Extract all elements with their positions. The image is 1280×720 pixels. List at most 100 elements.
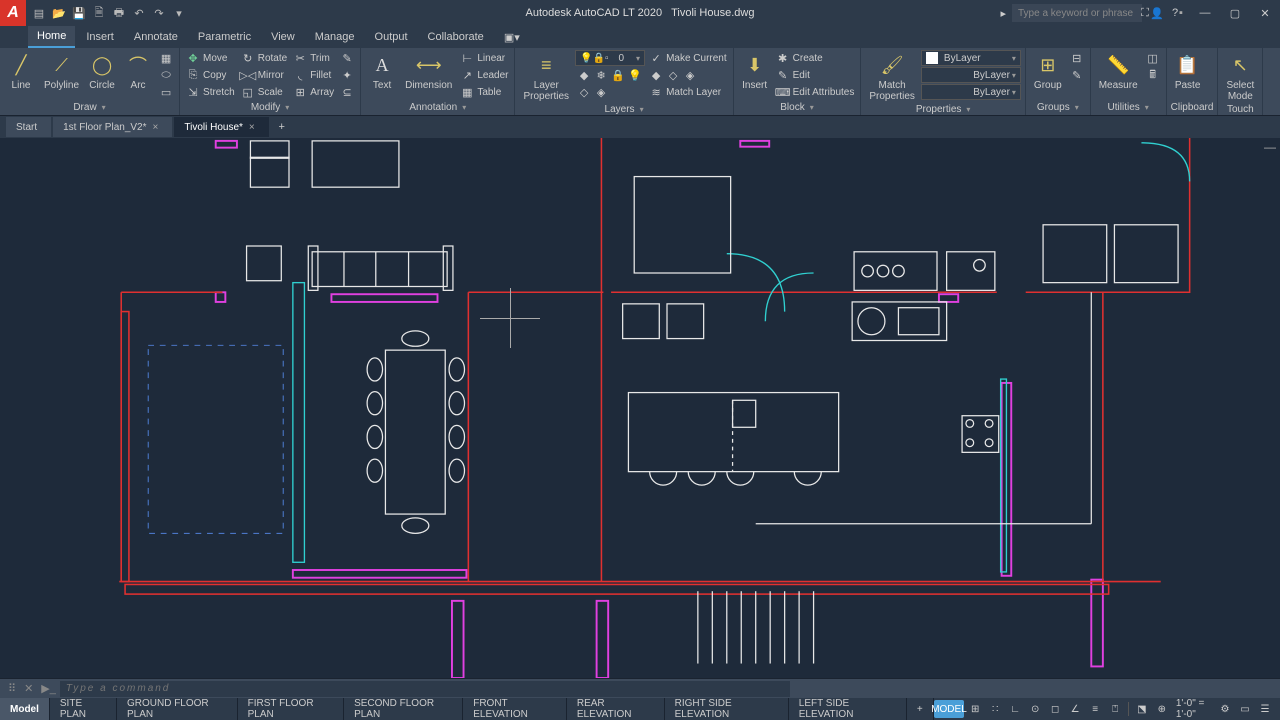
panel-utilities-label[interactable]: Utilities▾ [1095,99,1162,115]
offset-button[interactable]: ⊆ [338,84,356,100]
linear-button[interactable]: ⊢Linear [458,50,510,66]
paste-button[interactable]: 📋Paste [1171,50,1205,93]
share-icon[interactable]: ⛶ [1130,0,1160,26]
qat-undo-icon[interactable]: ↶ [130,4,148,22]
cmd-handle-icon[interactable]: ⠿ [4,682,20,695]
cmd-close-icon[interactable]: ✕ [20,682,37,695]
edit-block-button[interactable]: ✎Edit [774,67,857,83]
layer-freeze-icon[interactable]: ❄ [594,68,608,82]
status-polar-icon[interactable]: ⊙ [1026,700,1044,718]
maximize-icon[interactable]: ▢ [1220,0,1250,26]
qat-saveas-icon[interactable]: 🗎 [90,4,108,22]
calc-button[interactable]: 🖩 [1144,67,1162,83]
command-input[interactable] [60,681,790,697]
layout-second[interactable]: SECOND FLOOR PLAN [344,698,463,720]
status-menu-icon[interactable]: ☰ [1256,700,1274,718]
menu-parametric[interactable]: Parametric [189,26,260,48]
layer-properties-button[interactable]: ≡Layer Properties [519,50,573,104]
qat-more-icon[interactable]: ▾ [170,4,188,22]
insert-button[interactable]: ⬇Insert [738,50,772,93]
edit-attr-button[interactable]: ⌨Edit Attributes [774,84,857,100]
status-osnap-icon[interactable]: ◻ [1046,700,1064,718]
menu-home[interactable]: Home [28,26,75,48]
status-track-icon[interactable]: ∠ [1066,700,1084,718]
layer-lock-icon[interactable]: 🔒 [611,68,625,82]
close-tab-icon[interactable]: × [249,122,255,133]
arc-button[interactable]: ⌒Arc [121,50,155,93]
layer-uniso-icon[interactable]: ◈ [594,85,608,99]
file-tab-floorplan[interactable]: 1st Floor Plan_V2*× [53,117,172,137]
close-icon[interactable]: ✕ [1250,0,1280,26]
stretch-button[interactable]: ⇲Stretch [184,84,237,100]
erase-button[interactable]: ✎ [338,50,356,66]
group-edit-button[interactable]: ✎ [1068,67,1086,83]
explode-button[interactable]: ✦ [338,67,356,83]
layout-ground[interactable]: GROUND FLOOR PLAN [117,698,238,720]
menu-manage[interactable]: Manage [306,26,364,48]
layout-rear[interactable]: REAR ELEVATION [567,698,665,720]
menu-output[interactable]: Output [366,26,417,48]
layer-current-combo[interactable]: 💡🔒▫0▾ [575,50,645,66]
qat-save-icon[interactable]: 💾 [70,4,88,22]
file-tab-start[interactable]: Start [6,117,51,137]
rect-button[interactable]: ▭ [157,84,175,100]
copy-button[interactable]: ⎘Copy [184,67,237,83]
status-anno-icon[interactable]: ⍞ [1106,700,1124,718]
qat-plot-icon[interactable]: 🖶 [110,4,128,22]
panel-layers-label[interactable]: Layers▾ [519,104,728,115]
match-layer-button[interactable]: ≋Match Layer [647,84,729,100]
line-button[interactable]: ╱Line [4,50,38,93]
array-button[interactable]: ⊞Array [291,84,336,100]
ellipse-button[interactable]: ⬭ [157,67,175,83]
layer-off-icon[interactable]: 💡 [628,68,642,82]
qat-redo-icon[interactable]: ↷ [150,4,168,22]
status-ortho-icon[interactable]: ∟ [1006,700,1024,718]
text-button[interactable]: AText [365,50,399,93]
layout-first[interactable]: FIRST FLOOR PLAN [238,698,344,720]
measure-button[interactable]: 📏Measure [1095,50,1142,93]
status-grid-icon[interactable]: ⊞ [966,700,984,718]
layout-model[interactable]: Model [0,698,50,720]
polyline-button[interactable]: ⟋Polyline [40,50,83,93]
file-tab-tivoli[interactable]: Tivoli House*× [174,117,268,137]
circle-button[interactable]: ◯Circle [85,50,119,93]
menu-insert[interactable]: Insert [77,26,123,48]
status-iso-icon[interactable]: ⬔ [1133,700,1151,718]
hatch-button[interactable]: ▦ [157,50,175,66]
trim-button[interactable]: ✂Trim [291,50,336,66]
fillet-button[interactable]: ◟Fillet [291,67,336,83]
layout-site[interactable]: SITE PLAN [50,698,117,720]
color-combo[interactable]: ByLayer▾ [921,50,1021,66]
close-tab-icon[interactable]: × [153,122,159,133]
menu-view[interactable]: View [262,26,304,48]
status-model-button[interactable]: MODEL [934,700,964,718]
layout-add-button[interactable]: + [907,698,934,720]
mirror-button[interactable]: ▷◁Mirror [239,67,289,83]
group-button[interactable]: ⊞Group [1030,50,1066,93]
status-snap-icon[interactable]: ∷ [986,700,1004,718]
app-logo[interactable]: A [0,0,26,26]
panel-properties-label[interactable]: Properties▾ [865,104,1021,115]
rotate-button[interactable]: ↻Rotate [239,50,289,66]
panel-annotation-label[interactable]: Annotation▾ [365,100,510,115]
table-button[interactable]: ▦Table [458,84,510,100]
layout-front[interactable]: FRONT ELEVATION [463,698,567,720]
layout-right[interactable]: RIGHT SIDE ELEVATION [665,698,789,720]
menu-annotate[interactable]: Annotate [125,26,187,48]
drawing-canvas[interactable]: — [0,138,1280,678]
move-button[interactable]: ✥Move [184,50,237,66]
status-clean-icon[interactable]: ▭ [1236,700,1254,718]
panel-draw-label[interactable]: Draw▾ [4,100,175,115]
select-mode-button[interactable]: ↖Select Mode [1222,50,1258,104]
dimension-button[interactable]: ⟷Dimension [401,50,456,93]
new-tab-button[interactable]: + [271,117,293,137]
status-scale-combo[interactable]: 1'-0" = 1'-0" [1173,700,1214,718]
select-all-button[interactable]: ◫ [1144,50,1162,66]
lineweight-combo[interactable]: ByLayer▾ [921,67,1021,83]
help-icon[interactable]: ? [1160,0,1190,26]
ungroup-button[interactable]: ⊟ [1068,50,1086,66]
layout-left[interactable]: LEFT SIDE ELEVATION [789,698,907,720]
panel-groups-label[interactable]: Groups▾ [1030,99,1086,115]
layer-iso-icon[interactable]: ◇ [577,85,591,99]
minimize-icon[interactable]: — [1190,0,1220,26]
